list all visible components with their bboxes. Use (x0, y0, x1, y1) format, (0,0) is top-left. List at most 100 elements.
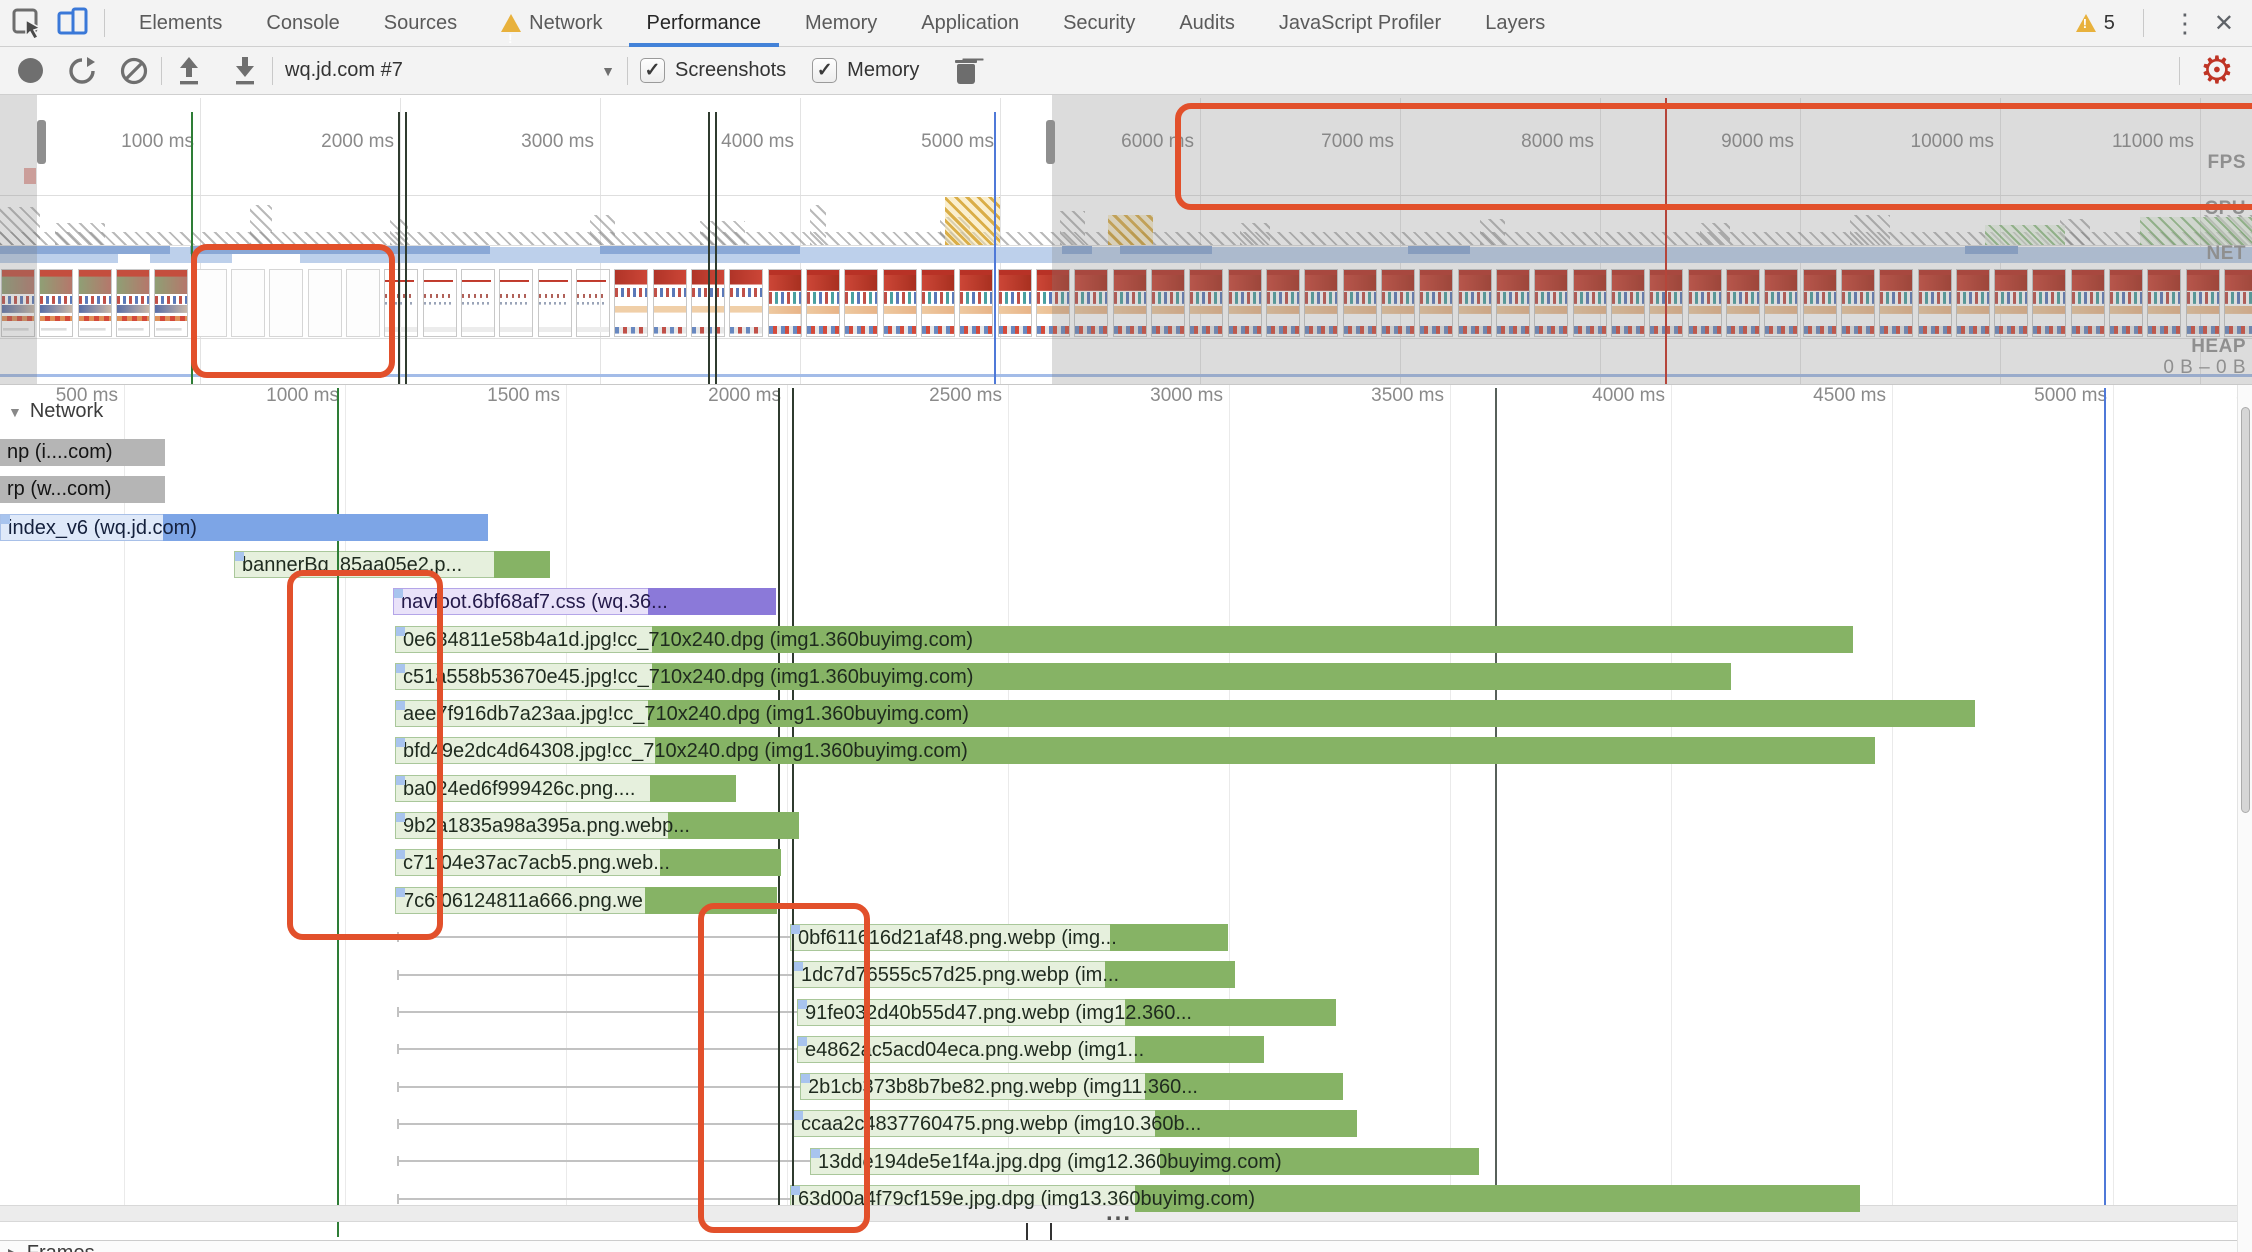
network-request-bar[interactable]: 2b1cb373b8b7be82.png.webp (img11.360... (800, 1073, 1343, 1101)
filmstrip-frame[interactable] (959, 269, 993, 337)
filmstrip-frame[interactable] (768, 269, 802, 337)
tab-sources[interactable]: Sources (362, 0, 479, 47)
cpu-activity-hatch (590, 215, 615, 245)
tutorial-highlight-annotation (287, 570, 443, 940)
save-profile-button[interactable] (230, 51, 260, 91)
network-request-bar[interactable]: aee7f916db7a23aa.jpg!cc_710x240.dpg (img… (395, 700, 1975, 728)
network-request-bar[interactable]: 0e634811e58b4a1d.jpg!cc_710x240.dpg (img… (395, 625, 1853, 653)
tab-application[interactable]: Application (899, 0, 1041, 47)
frames-section-header[interactable]: ▶ Frames (8, 1242, 95, 1252)
filmstrip-frame[interactable] (614, 269, 648, 337)
chevron-down-icon: ▼ (601, 62, 615, 79)
tab-audits[interactable]: Audits (1157, 0, 1257, 47)
request-receiving-segment (494, 550, 550, 578)
timeline-marker (405, 112, 407, 385)
tab-javascript-profiler[interactable]: JavaScript Profiler (1257, 0, 1463, 47)
request-start-dot (235, 551, 244, 561)
memory-checkbox[interactable]: ✓ (812, 51, 838, 91)
overview-ruler-label: 1000 ms (121, 131, 194, 152)
tab-console[interactable]: Console (244, 0, 361, 47)
main-gridline (1892, 385, 1893, 1205)
request-label: 9b2a1835a98a395a.png.webp... (403, 815, 690, 837)
tab-layers[interactable]: Layers (1463, 0, 1567, 47)
tab-label: Audits (1179, 12, 1235, 34)
tab-label: Network (529, 12, 603, 34)
tab-label: Elements (139, 12, 223, 34)
divider (2142, 9, 2144, 37)
filmstrip-frame[interactable] (116, 269, 150, 337)
filmstrip-frame[interactable] (78, 269, 112, 337)
divider (104, 9, 105, 37)
inspect-element-icon[interactable] (8, 4, 46, 42)
tab-elements[interactable]: Elements (117, 0, 244, 47)
filmstrip-frame[interactable] (154, 269, 188, 337)
more-options-icon[interactable]: ⋮ (2172, 8, 2198, 39)
overview-window-handle[interactable] (1046, 120, 1055, 164)
profile-select[interactable]: wq.jd.com #7 ▼ (285, 51, 615, 91)
network-request-bar[interactable]: 91fe032d40b55d47.png.webp (img12.360... (797, 998, 1336, 1026)
clear-recording-button[interactable] (119, 51, 149, 91)
main-gridline (1450, 385, 1451, 1205)
device-toolbar-icon[interactable] (54, 4, 92, 42)
vertical-scrollbar[interactable] (2237, 385, 2252, 1252)
divider (2178, 56, 2180, 85)
network-request-bar[interactable]: c51a558b53670e45.jpg!cc_710x240.dpg (img… (395, 662, 1731, 690)
network-request-bar[interactable]: 13dde194de5e1f4a.jpg.dpg (img12.360buyim… (810, 1147, 1479, 1175)
request-receiving-segment (1105, 961, 1235, 989)
network-request-bar[interactable]: bfd49e2dc4d64308.jpg!cc_710x240.dpg (img… (395, 737, 1875, 765)
screenshots-label: Screenshots (675, 59, 787, 81)
filmstrip-frame[interactable] (499, 269, 533, 337)
main-ruler-label: 4500 ms (1813, 385, 1886, 406)
filmstrip-frame[interactable] (921, 269, 955, 337)
scrollbar-thumb[interactable] (2241, 407, 2250, 813)
network-request-bar[interactable]: 63d00a4f79cf159e.jpg.dpg (img13.360buyim… (790, 1185, 1860, 1212)
timeline-marker (994, 112, 996, 385)
frames-section-label: Frames (27, 1242, 95, 1252)
tab-label: Security (1063, 12, 1136, 34)
filmstrip-frame[interactable] (729, 269, 763, 337)
tab-performance[interactable]: Performance (625, 0, 784, 47)
filmstrip-frame[interactable] (538, 269, 572, 337)
performance-toolbar: wq.jd.com #7 ▼ ✓ Screenshots ✓ Memory ⚙ (0, 47, 2252, 95)
tab-security[interactable]: Security (1041, 0, 1157, 47)
record-button[interactable] (18, 51, 43, 91)
network-request-bar[interactable]: np (i....com) (0, 439, 165, 466)
network-request-bar[interactable]: ccaa2c4837760475.png.webp (img10.360b... (793, 1110, 1357, 1138)
overview-ruler-label: 2000 ms (321, 131, 394, 152)
reload-and-record-button[interactable] (67, 51, 97, 91)
capture-settings-gear-icon[interactable]: ⚙ (2200, 51, 2234, 91)
filmstrip-frame[interactable] (461, 269, 495, 337)
request-receiving-segment (1135, 1035, 1264, 1063)
request-label: c51a558b53670e45.jpg!cc_710x240.dpg (img… (403, 665, 974, 688)
divider (272, 56, 273, 85)
filmstrip-frame[interactable] (844, 269, 878, 337)
filmstrip-frame[interactable] (806, 269, 840, 337)
filmstrip-frame[interactable] (998, 269, 1032, 337)
filmstrip-frame[interactable] (576, 269, 610, 337)
divider (627, 56, 628, 85)
screenshots-checkbox[interactable]: ✓ (640, 51, 665, 91)
network-request-bar[interactable]: ba024ed6f999426c.png.... (395, 774, 736, 802)
overview-window-handle[interactable] (37, 120, 46, 164)
tab-memory[interactable]: Memory (783, 0, 899, 47)
request-receiving-segment (650, 774, 736, 802)
close-devtools-icon[interactable]: ✕ (2214, 9, 2234, 38)
main-ruler-label: 5000 ms (2034, 385, 2107, 406)
tab-network[interactable]: Network (479, 0, 624, 62)
console-warning-count[interactable]: 5 (2075, 12, 2115, 35)
filmstrip-frame[interactable] (653, 269, 687, 337)
network-request-bar[interactable]: c71f04e37ac7acb5.png.web... (395, 849, 781, 877)
garbage-collect-icon[interactable] (955, 51, 978, 91)
main-ruler-label: 1000 ms (266, 385, 339, 406)
network-request-bar[interactable]: navfoot.6bf68af7.css (wq.36... (393, 588, 776, 616)
timeline-marker (708, 112, 710, 385)
request-label: bfd49e2dc4d64308.jpg!cc_710x240.dpg (img… (403, 740, 968, 763)
filmstrip-frame[interactable] (39, 269, 73, 337)
filmstrip-frame[interactable] (423, 269, 457, 337)
network-section-header[interactable]: ▼ Network (8, 400, 103, 423)
load-profile-button[interactable] (174, 51, 204, 91)
network-request-bar[interactable]: rp (w...com) (0, 476, 165, 504)
network-request-bar[interactable]: index_v6 (wq.jd.com) (0, 513, 488, 541)
filmstrip-frame[interactable] (883, 269, 917, 337)
network-request-bar[interactable]: 9b2a1835a98a395a.png.webp... (395, 812, 799, 839)
